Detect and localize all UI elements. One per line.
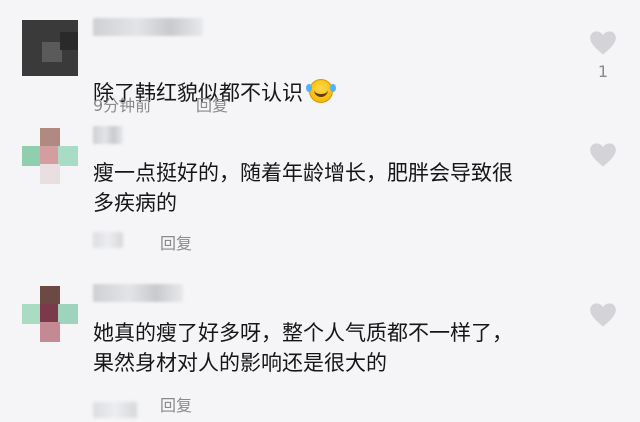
heart-icon[interactable] (589, 302, 617, 328)
username-blurred[interactable] (93, 126, 123, 144)
comment-text: 她真的瘦了好多呀，整个人气质都不一样了， 果然身材对人的影响还是很大的 (93, 321, 513, 375)
avatar[interactable] (22, 128, 78, 184)
comment-item: 除了韩红貌似都不认识 9分钟前 回复 1 (0, 0, 640, 120)
like-count: 1 (597, 62, 609, 81)
heart-icon[interactable] (589, 142, 617, 168)
reply-button[interactable]: 回复 (196, 92, 228, 116)
reply-button[interactable]: 回复 (160, 230, 192, 254)
comment-item: 她真的瘦了好多呀，整个人气质都不一样了， 果然身材对人的影响还是很大的 回复 (0, 280, 640, 422)
username-blurred[interactable] (93, 18, 203, 36)
comment-text: 瘦一点挺好的，随着年龄增长，肥胖会导致很 多疾病的 (93, 161, 513, 215)
avatar[interactable] (22, 286, 78, 342)
heart-icon[interactable] (589, 30, 617, 56)
reply-button[interactable]: 回复 (160, 392, 192, 416)
location-blurred (93, 232, 123, 248)
laughing-crying-emoji-icon (306, 79, 333, 103)
username-blurred[interactable] (93, 284, 183, 302)
comment-time: 9分钟前 (93, 96, 152, 115)
location-blurred (93, 402, 137, 418)
comment-item: 瘦一点挺好的，随着年龄增长，肥胖会导致很 多疾病的 回复 (0, 120, 640, 280)
avatar[interactable] (22, 20, 78, 76)
